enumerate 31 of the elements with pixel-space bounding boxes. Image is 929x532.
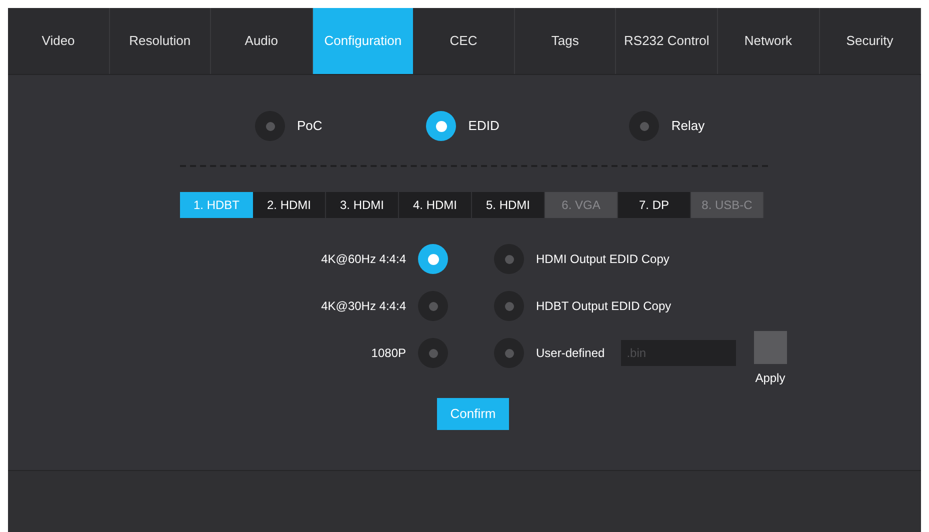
nav-tab[interactable]: Network: [718, 8, 820, 74]
option-label: 1080P: [371, 345, 406, 362]
option-label: HDBT Output EDID Copy: [536, 298, 672, 315]
mode-label: PoC: [297, 117, 322, 136]
mode-label: EDID: [468, 117, 500, 136]
option-label: 4K@60Hz 4:4:4: [321, 251, 406, 268]
nav-tab[interactable]: Resolution: [110, 8, 212, 74]
port-button[interactable]: 5. HDMI: [472, 192, 545, 218]
nav-tab[interactable]: CEC: [413, 8, 515, 74]
nav-tab[interactable]: RS232 Control: [616, 8, 718, 74]
option-label: HDMI Output EDID Copy: [536, 251, 670, 268]
nav-tab[interactable]: Tags: [514, 8, 616, 74]
radio-button[interactable]: [255, 111, 285, 141]
port-button[interactable]: 7. DP: [618, 192, 691, 218]
port-button[interactable]: 3. HDMI: [326, 192, 399, 218]
nav-tab[interactable]: Video: [8, 8, 110, 74]
radio-button[interactable]: [494, 291, 524, 321]
mode-label: Relay: [671, 117, 705, 136]
nav-tab[interactable]: Security: [820, 8, 922, 74]
apply-label: Apply: [755, 370, 786, 387]
port-button[interactable]: 4. HDMI: [399, 192, 472, 218]
radio-button[interactable]: [426, 111, 456, 141]
radio-button[interactable]: [418, 244, 448, 274]
option-label: User-defined: [536, 345, 605, 362]
radio-button[interactable]: [494, 338, 524, 368]
port-button[interactable]: 2. HDMI: [253, 192, 326, 218]
radio-button[interactable]: [418, 338, 448, 368]
radio-button[interactable]: [494, 244, 524, 274]
radio-button[interactable]: [629, 111, 660, 141]
radio-button[interactable]: [418, 291, 448, 321]
option-label: 4K@30Hz 4:4:4: [321, 298, 406, 315]
